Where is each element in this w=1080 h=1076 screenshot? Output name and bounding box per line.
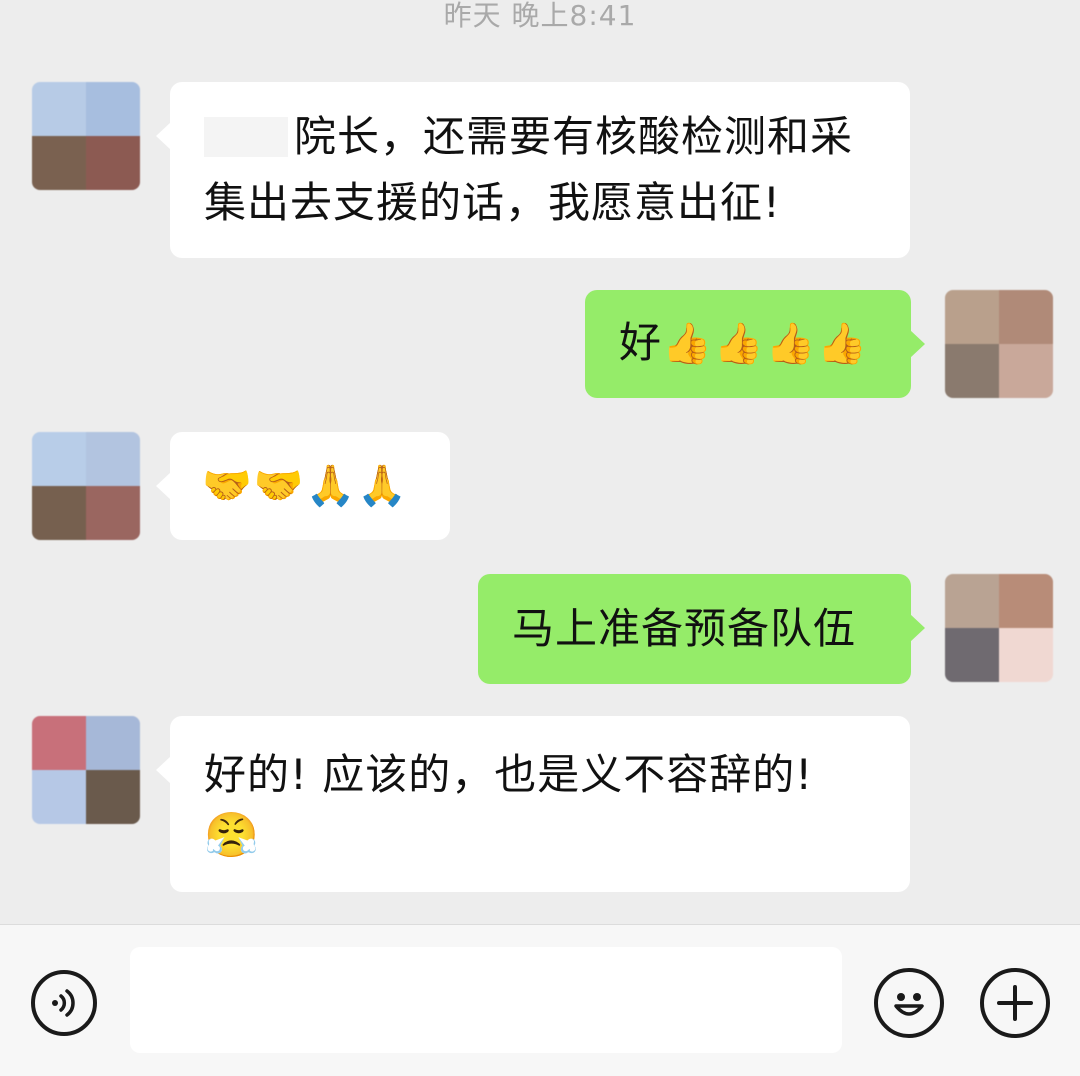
thumbs-up-emoji: 👍👍👍👍 — [662, 321, 870, 367]
more-button[interactable] — [980, 968, 1050, 1038]
emoji-icon — [894, 993, 924, 1016]
redacted-name — [204, 117, 288, 157]
message-bubble-incoming[interactable]: 🤝🤝🙏🙏 — [156, 432, 450, 540]
message-row-2: 好👍👍👍👍 — [0, 290, 1080, 400]
message-text: 好 — [619, 318, 663, 367]
message-bubble-incoming[interactable]: 院长，还需要有核酸检测和采 集出去支援的话，我愿意出征! — [156, 82, 910, 258]
my-avatar[interactable] — [945, 574, 1053, 682]
emoji-button[interactable] — [874, 968, 944, 1038]
message-bubble-incoming[interactable]: 好的! 应该的，也是义不容辞的! 😤 — [156, 716, 910, 892]
my-avatar[interactable] — [945, 290, 1053, 398]
voice-button[interactable] — [31, 970, 97, 1036]
message-bubble-outgoing[interactable]: 马上准备预备队伍 — [478, 574, 925, 684]
message-row-1: 院长，还需要有核酸检测和采 集出去支援的话，我愿意出征! — [0, 80, 1080, 260]
voice-icon — [52, 989, 75, 1017]
contact-avatar[interactable] — [32, 82, 140, 190]
message-row-4: 马上准备预备队伍 — [0, 574, 1080, 684]
message-line: 院长，还需要有核酸检测和采 — [204, 104, 880, 170]
message-input[interactable] — [130, 947, 842, 1053]
input-bar — [0, 924, 1080, 1076]
message-text: 马上准备预备队伍 — [512, 604, 857, 653]
message-bubble-outgoing[interactable]: 好👍👍👍👍 — [585, 290, 925, 398]
message-line: 集出去支援的话，我愿意出征! — [204, 178, 781, 227]
contact-avatar[interactable] — [32, 432, 140, 540]
handshake-pray-emoji: 🤝🤝🙏🙏 — [202, 463, 410, 509]
contact-avatar[interactable] — [32, 716, 140, 824]
plus-icon — [997, 985, 1033, 1021]
message-text: 院长，还需要有核酸检测和采 — [294, 112, 854, 161]
timestamp: 昨天 晚上8:41 — [443, 0, 637, 32]
determined-face-emoji: 😤 — [204, 810, 261, 861]
message-row-5: 好的! 应该的，也是义不容辞的! 😤 — [0, 716, 1080, 896]
message-row-3: 🤝🤝🙏🙏 — [0, 432, 1080, 542]
message-text: 好的! 应该的，也是义不容辞的! — [204, 750, 814, 799]
chat-screen: 昨天 晚上8:41 院长，还需要有核酸检测和采 集出去支援的话，我愿意出征! 好… — [0, 0, 1080, 1076]
